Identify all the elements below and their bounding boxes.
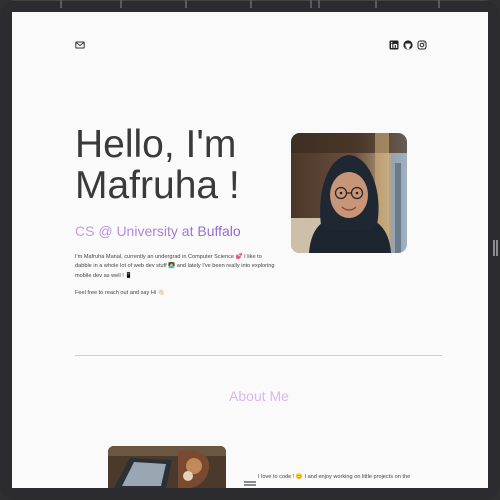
linkedin-icon[interactable] — [389, 40, 399, 50]
about-text: I love to code ! 😊 I and enjoy working o… — [258, 474, 411, 480]
section-divider — [75, 355, 442, 356]
hero-title: Hello, I'm Mafruha ! — [75, 123, 240, 207]
about-photo — [108, 446, 226, 488]
frame-notch — [310, 0, 312, 8]
hero-subtitle: CS @ University at Buffalo — [75, 223, 241, 239]
frame-notch — [438, 0, 440, 8]
frame-bottom — [0, 488, 500, 500]
frame-notch — [375, 0, 377, 8]
social-links — [389, 40, 427, 50]
resize-handle-bottom[interactable] — [244, 481, 256, 486]
frame-notch — [120, 0, 122, 8]
mail-icon[interactable] — [75, 40, 85, 50]
resize-handle[interactable] — [493, 240, 498, 256]
frame-notch — [318, 0, 320, 8]
frame-notch — [250, 0, 252, 8]
github-icon[interactable] — [403, 40, 413, 50]
intro-text: I'm Mafruha Manal, currently an undergra… — [75, 254, 275, 279]
device-frame: Hello, I'm Mafruha ! CS @ University at … — [0, 0, 500, 500]
about-heading: About Me — [229, 388, 289, 404]
instagram-icon[interactable] — [417, 40, 427, 50]
contact-prompt: Feel free to reach out and say Hi 👋🏻 — [75, 290, 165, 296]
profile-photo — [291, 133, 407, 253]
frame-notch — [60, 0, 62, 8]
web-page: Hello, I'm Mafruha ! CS @ University at … — [12, 12, 488, 488]
frame-notch — [185, 0, 187, 8]
